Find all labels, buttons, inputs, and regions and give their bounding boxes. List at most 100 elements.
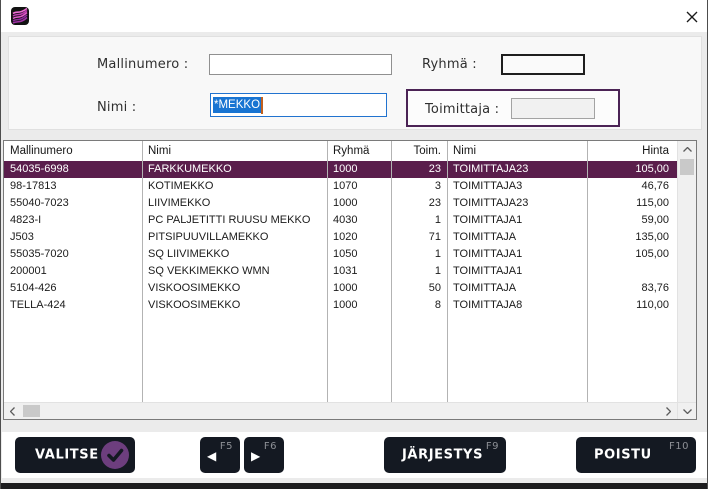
horizontal-scrollbar[interactable] — [4, 402, 677, 419]
column-header-nimi[interactable]: Nimi — [148, 141, 325, 161]
f9-key-hint: F9 — [486, 441, 499, 452]
table-cell: PC PALJETITTI RUUSU MEKKO — [148, 212, 325, 229]
arrow-left-icon: ◀ — [207, 449, 216, 463]
table-cell: 1 — [393, 263, 441, 280]
jarjestys-button-label: JÄRJESTYS — [402, 448, 483, 463]
column-header-ryhma[interactable]: Ryhmä — [333, 141, 389, 161]
ryhma-label: Ryhmä : — [422, 57, 477, 72]
table-cell: 1020 — [333, 229, 389, 246]
table-cell: 55040-7023 — [10, 195, 140, 212]
table-row[interactable]: TELLA-424VISKOOSIMEKKO10008TOIMITTAJA811… — [4, 297, 677, 314]
table-cell: 83,76 — [589, 280, 669, 297]
table-header: Mallinumero Nimi Ryhmä Toim. Nimi Hinta — [4, 141, 677, 161]
table-row[interactable]: 200001 SQ VEKKIMEKKO WMN 10311 TOIMITTAJA1 — [4, 263, 677, 280]
table-cell: J503 — [10, 229, 140, 246]
close-icon[interactable] — [683, 8, 701, 26]
table-cell: VISKOOSIMEKKO — [148, 297, 325, 314]
mallinumero-input[interactable] — [209, 54, 392, 75]
table-cell: TOIMITTAJA3 — [453, 178, 585, 195]
column-divider — [447, 141, 448, 402]
f6-key-hint: F6 — [264, 441, 277, 452]
column-header-mallinumero[interactable]: Mallinumero — [10, 141, 140, 161]
logo-waves-icon — [11, 7, 29, 25]
window-bottom-edge — [1, 483, 708, 489]
table-cell: SQ LIIVIMEKKO — [148, 246, 325, 263]
previous-button[interactable]: ◀ F5 — [200, 437, 240, 473]
scroll-up-icon[interactable] — [678, 141, 697, 158]
column-header-toim[interactable]: Toim. — [393, 141, 441, 161]
jarjestys-button[interactable]: JÄRJESTYS F9 — [384, 437, 506, 473]
table-body: 54035-6998FARKKUMEKKO100023TOIMITTAJA231… — [4, 161, 677, 314]
table-row[interactable]: 55035-7020 SQ LIIVIMEKKO 10501 TOIMITTAJA11… — [4, 246, 677, 263]
column-header-hinta[interactable]: Hinta — [589, 141, 669, 161]
table-row[interactable]: 98-17813 KOTIMEKKO 10703 TOIMITTAJA346,76 — [4, 178, 677, 195]
table-cell: 1 — [393, 246, 441, 263]
table-cell: 4823-I — [10, 212, 140, 229]
f5-key-hint: F5 — [220, 441, 233, 452]
poistu-button[interactable]: POISTU F10 — [576, 437, 696, 473]
table-row[interactable]: 54035-6998FARKKUMEKKO100023TOIMITTAJA231… — [4, 161, 677, 178]
table-cell: 3 — [393, 178, 441, 195]
button-bar: VALITSE ◀ F5 ▶ F6 JÄRJESTYS F9 POISTU F1… — [2, 432, 708, 478]
app-window: Mallinumero : Ryhmä : Nimi : *MEKKO Toim… — [0, 0, 708, 489]
table-cell: 105,00 — [589, 246, 669, 263]
table-cell: 98-17813 — [10, 178, 140, 195]
scroll-down-icon[interactable] — [677, 402, 696, 419]
table-cell: TOIMITTAJA — [453, 280, 585, 297]
ryhma-input[interactable] — [501, 54, 585, 75]
table-cell: 1 — [393, 212, 441, 229]
table-row[interactable]: 4823-IPC PALJETITTI RUUSU MEKKO40301TOIM… — [4, 212, 677, 229]
text-caret — [261, 97, 263, 114]
scroll-right-icon[interactable] — [660, 403, 677, 419]
horizontal-scrollbar-thumb[interactable] — [23, 405, 40, 417]
column-divider — [391, 141, 392, 402]
table-cell: SQ VEKKIMEKKO WMN — [148, 263, 325, 280]
vertical-scrollbar-thumb[interactable] — [680, 159, 694, 175]
table-cell: PITSIPUUVILLAMEKKO — [148, 229, 325, 246]
table-cell: 200001 — [10, 263, 140, 280]
table-row[interactable]: J503PITSIPUUVILLAMEKKO102071TOIMITTAJA13… — [4, 229, 677, 246]
mallinumero-label: Mallinumero : — [97, 57, 188, 72]
search-form-panel: Mallinumero : Ryhmä : Nimi : *MEKKO Toim… — [8, 36, 702, 130]
table-row[interactable]: 55040-7023LIIVIMEKKO100023TOIMITTAJA2311… — [4, 195, 677, 212]
table-cell: 105,00 — [589, 161, 669, 178]
table-cell: VISKOOSIMEKKO — [148, 280, 325, 297]
scroll-left-icon[interactable] — [4, 403, 21, 419]
column-divider — [587, 141, 588, 402]
titlebar — [1, 0, 708, 32]
nimi-input[interactable]: *MEKKO — [210, 93, 387, 117]
toimittaja-groupbox: Toimittaja : — [406, 89, 620, 127]
table-cell: TOIMITTAJA23 — [453, 161, 585, 178]
table-cell: 55035-7020 — [10, 246, 140, 263]
nimi-input-selected-text: *MEKKO — [213, 97, 261, 113]
table-cell: FARKKUMEKKO — [148, 161, 325, 178]
table-cell: TELLA-424 — [10, 297, 140, 314]
table-cell: 110,00 — [589, 297, 669, 314]
vertical-scrollbar[interactable] — [677, 141, 696, 402]
valitse-button[interactable]: VALITSE — [15, 437, 135, 473]
table-cell: 71 — [393, 229, 441, 246]
table-cell: 46,76 — [589, 178, 669, 195]
table-row[interactable]: 5104-426VISKOOSIMEKKO100050TOIMITTAJA83,… — [4, 280, 677, 297]
table-cell: TOIMITTAJA1 — [453, 246, 585, 263]
table-cell: 1031 — [333, 263, 389, 280]
table-cell: 23 — [393, 195, 441, 212]
table-cell: KOTIMEKKO — [148, 178, 325, 195]
table-cell: 1050 — [333, 246, 389, 263]
nimi-label: Nimi : — [97, 100, 136, 115]
next-button[interactable]: ▶ F6 — [244, 437, 284, 473]
f10-key-hint: F10 — [669, 441, 689, 452]
table-cell: 4030 — [333, 212, 389, 229]
table-cell: 1000 — [333, 297, 389, 314]
table-cell — [589, 263, 669, 280]
table-cell: 1070 — [333, 178, 389, 195]
table-cell: 50 — [393, 280, 441, 297]
table-cell: TOIMITTAJA1 — [453, 263, 585, 280]
table-cell: 8 — [393, 297, 441, 314]
table-cell: TOIMITTAJA23 — [453, 195, 585, 212]
column-header-nimi2[interactable]: Nimi — [453, 141, 585, 161]
table-cell: 1000 — [333, 280, 389, 297]
table-cell: 54035-6998 — [10, 161, 140, 178]
toimittaja-input[interactable] — [511, 98, 595, 119]
table-cell: LIIVIMEKKO — [148, 195, 325, 212]
